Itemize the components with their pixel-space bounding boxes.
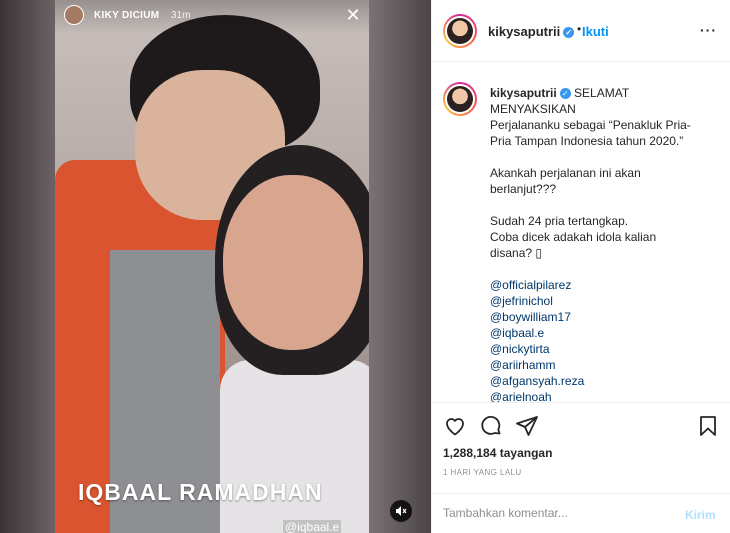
separator-dot: • xyxy=(577,22,582,36)
caption-line: Perjalananku sebagai “Penakluk Pria- xyxy=(490,118,691,132)
comment-box: Kirim xyxy=(432,493,730,533)
post-date[interactable]: 1 HARI YANG LALU xyxy=(443,468,522,477)
mention-link[interactable]: @afgansyah.reza xyxy=(490,373,720,389)
more-options-icon[interactable]: ··· xyxy=(700,22,717,38)
caption-line: SELAMAT xyxy=(574,86,630,100)
story-username: KIKY DICIUM xyxy=(94,10,160,21)
post-comment-button[interactable]: Kirim xyxy=(685,508,716,522)
caption-username[interactable]: kikysaputrii xyxy=(490,86,557,100)
caption-line: disana? ▯ xyxy=(490,246,542,260)
avatar[interactable] xyxy=(443,14,477,48)
mention-link[interactable]: @ariirhamm xyxy=(490,357,720,373)
person2-face-shape xyxy=(223,175,363,350)
story-avatar xyxy=(64,5,84,25)
person2-body-shape xyxy=(220,360,369,533)
bookmark-icon[interactable] xyxy=(696,414,720,438)
mention-link[interactable]: @jefrinichol xyxy=(490,293,720,309)
mention-link[interactable]: @nickytirta xyxy=(490,341,720,357)
instagram-post-view: KIKY DICIUM 31m ✕ IQBAAL RAMADHAN @iqbaa… xyxy=(0,0,730,533)
mention-link[interactable]: @boywilliam17 xyxy=(490,309,720,325)
post-header: kikysaputrii ✓ • Ikuti ··· xyxy=(432,0,730,62)
action-bar xyxy=(432,404,730,444)
comment-input[interactable] xyxy=(443,506,663,520)
caption-avatar[interactable] xyxy=(443,82,477,116)
caption-line: berlanjut??? xyxy=(490,182,557,196)
heart-icon[interactable] xyxy=(443,414,467,438)
post-caption: kikysaputrii ✓ SELAMAT MENYAKSIKAN Perjal… xyxy=(490,85,720,402)
mention-link[interactable]: @officialpilarez xyxy=(490,277,720,293)
story-video[interactable]: KIKY DICIUM 31m ✕ IQBAAL RAMADHAN @iqbaa… xyxy=(55,0,369,533)
story-caption: IQBAAL RAMADHAN xyxy=(78,479,323,505)
share-icon[interactable] xyxy=(515,414,539,438)
follow-button[interactable]: Ikuti xyxy=(582,24,609,39)
header-username[interactable]: kikysaputrii ✓ xyxy=(488,24,575,39)
media-blur-left xyxy=(0,0,55,533)
caption-line: MENYAKSIKAN xyxy=(490,102,576,116)
caption-line: Coba dicek adakah idola kalian xyxy=(490,230,657,244)
verified-icon: ✓ xyxy=(563,27,575,39)
verified-icon: ✓ xyxy=(559,88,571,100)
story-time: 31m xyxy=(171,10,191,21)
post-media[interactable]: KIKY DICIUM 31m ✕ IQBAAL RAMADHAN @iqbaa… xyxy=(0,0,431,533)
close-icon: ✕ xyxy=(345,5,361,25)
story-mention-tag: @iqbaal.e xyxy=(283,520,342,533)
mention-link[interactable]: @arielnoah xyxy=(490,389,720,402)
view-count[interactable]: 1,288,184 tayangan xyxy=(443,446,552,460)
comment-icon[interactable] xyxy=(479,414,503,438)
caption-line: Sudah 24 pria tertangkap. xyxy=(490,214,629,228)
header-username-text[interactable]: kikysaputrii xyxy=(488,24,560,39)
comments-area[interactable]: kikysaputrii ✓ SELAMAT MENYAKSIKAN Perjal… xyxy=(432,63,730,403)
media-blur-right xyxy=(369,0,431,533)
post-sidebar: kikysaputrii ✓ • Ikuti ··· kikysaputrii ✓ … xyxy=(431,0,730,533)
mention-link[interactable]: @iqbaal.e xyxy=(490,325,720,341)
caption-line: Akankah perjalanan ini akan xyxy=(490,166,641,180)
speaker-muted-icon[interactable] xyxy=(390,500,412,522)
caption-line: Pria Tampan Indonesia tahun 2020.” xyxy=(490,134,684,148)
